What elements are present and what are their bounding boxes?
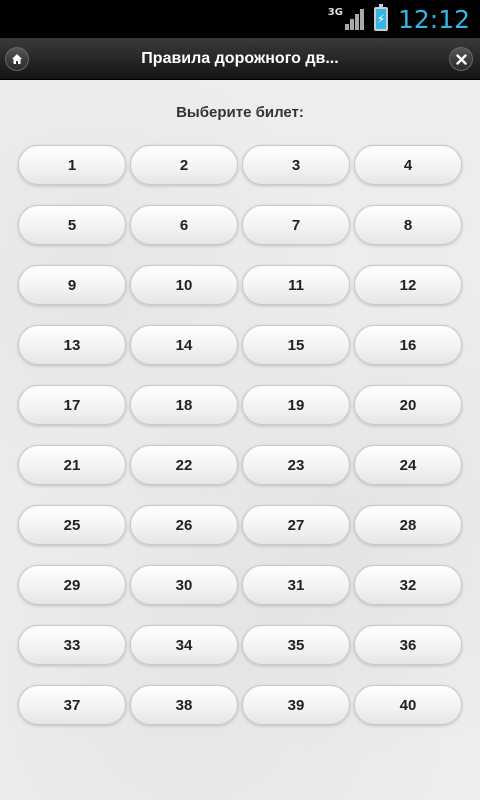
ticket-button-22[interactable]: 22 bbox=[130, 445, 238, 485]
ticket-button-8[interactable]: 8 bbox=[354, 205, 462, 245]
ticket-button-34[interactable]: 34 bbox=[130, 625, 238, 665]
ticket-button-20[interactable]: 20 bbox=[354, 385, 462, 425]
ticket-button-23[interactable]: 23 bbox=[242, 445, 350, 485]
ticket-button-13[interactable]: 13 bbox=[18, 325, 126, 365]
ticket-grid: 1 2 3 4 5 6 7 8 9 10 11 12 13 14 15 16 17 18 19 20 21 22 23 24 2… bbox=[18, 145, 462, 725]
close-icon bbox=[455, 53, 467, 65]
battery-charging-icon: ⚡ bbox=[373, 4, 388, 31]
content-area: Выберите билет: 1 2 3 4 5 6 7 8 9 10 11 12 13 14 15 16 1… bbox=[0, 81, 480, 800]
page-title: Правила дорожного дв... bbox=[141, 49, 339, 67]
home-icon bbox=[12, 54, 22, 64]
ticket-button-11[interactable]: 11 bbox=[242, 265, 350, 305]
ticket-button-28[interactable]: 28 bbox=[354, 505, 462, 545]
ticket-button-2[interactable]: 2 bbox=[130, 145, 238, 185]
ticket-button-19[interactable]: 19 bbox=[242, 385, 350, 425]
ticket-button-27[interactable]: 27 bbox=[242, 505, 350, 545]
ticket-button-16[interactable]: 16 bbox=[354, 325, 462, 365]
ticket-button-32[interactable]: 32 bbox=[354, 565, 462, 605]
ticket-button-36[interactable]: 36 bbox=[354, 625, 462, 665]
app-header: Правила дорожного дв... bbox=[0, 38, 480, 80]
ticket-button-38[interactable]: 38 bbox=[130, 685, 238, 725]
ticket-button-10[interactable]: 10 bbox=[130, 265, 238, 305]
ticket-button-31[interactable]: 31 bbox=[242, 565, 350, 605]
ticket-button-37[interactable]: 37 bbox=[18, 685, 126, 725]
ticket-button-18[interactable]: 18 bbox=[130, 385, 238, 425]
ticket-button-12[interactable]: 12 bbox=[354, 265, 462, 305]
ticket-button-21[interactable]: 21 bbox=[18, 445, 126, 485]
ticket-button-4[interactable]: 4 bbox=[354, 145, 462, 185]
network-type: 3G bbox=[327, 6, 343, 18]
ticket-button-25[interactable]: 25 bbox=[18, 505, 126, 545]
ticket-button-35[interactable]: 35 bbox=[242, 625, 350, 665]
ticket-button-40[interactable]: 40 bbox=[354, 685, 462, 725]
ticket-button-15[interactable]: 15 bbox=[242, 325, 350, 365]
ticket-button-3[interactable]: 3 bbox=[242, 145, 350, 185]
ticket-button-30[interactable]: 30 bbox=[130, 565, 238, 605]
ticket-button-24[interactable]: 24 bbox=[354, 445, 462, 485]
ticket-button-39[interactable]: 39 bbox=[242, 685, 350, 725]
ticket-button-33[interactable]: 33 bbox=[18, 625, 126, 665]
close-button[interactable] bbox=[449, 47, 473, 71]
ticket-button-7[interactable]: 7 bbox=[242, 205, 350, 245]
ticket-button-6[interactable]: 6 bbox=[130, 205, 238, 245]
ticket-button-1[interactable]: 1 bbox=[18, 145, 126, 185]
signal-icon bbox=[344, 8, 364, 30]
status-clock: 12:12 bbox=[397, 4, 470, 34]
ticket-button-29[interactable]: 29 bbox=[18, 565, 126, 605]
status-bar: 3G ⚡ 12:12 bbox=[0, 0, 480, 38]
ticket-button-26[interactable]: 26 bbox=[130, 505, 238, 545]
ticket-button-17[interactable]: 17 bbox=[18, 385, 126, 425]
ticket-button-14[interactable]: 14 bbox=[130, 325, 238, 365]
ticket-button-9[interactable]: 9 bbox=[18, 265, 126, 305]
ticket-prompt: Выберите билет: bbox=[176, 104, 304, 121]
home-button[interactable] bbox=[5, 47, 29, 71]
ticket-button-5[interactable]: 5 bbox=[18, 205, 126, 245]
